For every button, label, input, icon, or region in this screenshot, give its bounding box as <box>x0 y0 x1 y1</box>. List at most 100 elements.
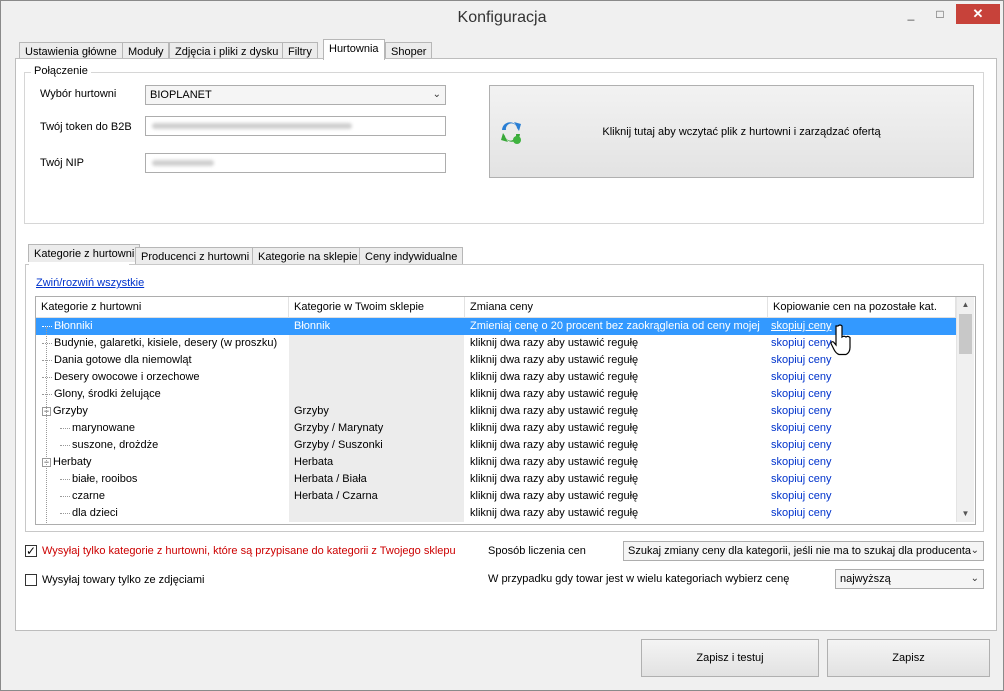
table-row[interactable]: − Grzyby Grzyby kliknij dwa razy aby ustawi… <box>36 403 956 420</box>
wholesaler-label: Wybór hurtowni <box>40 88 117 100</box>
close-button[interactable]: ✕ <box>956 4 1000 24</box>
tab-hurtownia[interactable]: Hurtownia <box>323 39 385 60</box>
copy-prices-link[interactable]: skopiuj ceny <box>768 318 956 335</box>
price-rule-cell[interactable]: kliknij dwa razy aby ustawić regułę <box>465 420 767 437</box>
table-row[interactable]: białe, rooibos Herbata / Biała kliknij dwa… <box>36 471 956 488</box>
copy-prices-link[interactable]: skopiuj ceny <box>768 420 956 437</box>
subtab-kategorie-hurtowni[interactable]: Kategorie z hurtowni <box>28 244 141 262</box>
table-row[interactable]: Dania gotowe dla niemowląt kliknij dwa ra… <box>36 352 956 369</box>
shop-category-cell[interactable]: Grzyby <box>289 403 464 420</box>
table-row[interactable]: Desery owocowe i orzechowe kliknij dwa ra… <box>36 369 956 386</box>
shop-category-cell[interactable] <box>289 505 464 522</box>
shop-category-cell[interactable] <box>289 369 464 386</box>
table-row[interactable]: Budynie, galaretki, kisiele, desery (w p… <box>36 335 956 352</box>
wholesaler-category-cell[interactable]: Błonniki <box>36 318 288 335</box>
subtab-ceny-indywidualne[interactable]: Ceny indywidualne <box>359 247 464 265</box>
price-rule-cell[interactable]: kliknij dwa razy aby ustawić regułę <box>465 335 767 352</box>
price-method-select[interactable]: Szukaj zmiany ceny dla kategorii, jeśli … <box>623 541 984 561</box>
price-rule-cell[interactable]: kliknij dwa razy aby ustawić regułę <box>465 488 767 505</box>
price-rule-cell[interactable]: kliknij dwa razy aby ustawić regułę <box>465 437 767 454</box>
table-row[interactable]: Glony, środki żelujące kliknij dwa razy a… <box>36 386 956 403</box>
copy-prices-link[interactable]: skopiuj ceny <box>768 403 956 420</box>
subtab-kategorie-sklep[interactable]: Kategorie na sklepie <box>252 247 364 265</box>
copy-prices-link[interactable]: skopiuj ceny <box>768 437 956 454</box>
shop-category-cell[interactable] <box>289 352 464 369</box>
price-rule-cell[interactable]: kliknij dwa razy aby ustawić regułę <box>465 454 767 471</box>
wholesaler-category-cell[interactable]: Budynie, galaretki, kisiele, desery (w p… <box>36 335 288 352</box>
wholesaler-category-cell[interactable]: Dania gotowe dla niemowląt <box>36 352 288 369</box>
scroll-thumb[interactable] <box>959 314 972 354</box>
copy-prices-link[interactable]: skopiuj ceny <box>768 369 956 386</box>
shop-category-cell[interactable]: Herbata <box>289 454 464 471</box>
shop-category-cell[interactable]: Herbata / Czarna <box>289 488 464 505</box>
subtab-producenci[interactable]: Producenci z hurtowni <box>135 247 256 265</box>
wholesaler-category-cell[interactable]: czarne <box>36 488 288 505</box>
token-input[interactable] <box>145 116 446 136</box>
copy-prices-link[interactable]: skopiuj ceny <box>768 454 956 471</box>
table-row[interactable]: dla dzieci kliknij dwa razy aby ustawić r… <box>36 505 956 522</box>
wholesaler-category-cell[interactable]: Desery owocowe i orzechowe <box>36 369 288 386</box>
collapse-expand-all-link[interactable]: Zwiń/rozwiń wszystkie <box>36 277 144 289</box>
header-wholesaler-categories[interactable]: Kategorie z hurtowni <box>36 297 289 317</box>
wholesaler-category-cell[interactable]: Glony, środki żelujące <box>36 386 288 403</box>
wholesaler-category-cell[interactable]: − Grzyby <box>36 403 288 420</box>
load-wholesaler-file-button[interactable]: Kliknij tutaj aby wczytać plik z hurtown… <box>489 85 974 178</box>
shop-category-cell[interactable]: Grzyby / Marynaty <box>289 420 464 437</box>
wholesaler-category-cell[interactable]: białe, rooibos <box>36 471 288 488</box>
copy-prices-link[interactable]: skopiuj ceny <box>768 386 956 403</box>
tree-connector <box>60 444 70 446</box>
shop-category-cell[interactable] <box>289 335 464 352</box>
multi-category-select[interactable]: najwyższą ⌄ <box>835 569 984 589</box>
scroll-down-icon[interactable]: ▼ <box>957 506 974 522</box>
category-name: Desery owocowe i orzechowe <box>54 371 200 383</box>
chevron-down-icon: ⌄ <box>970 573 979 584</box>
price-rule-cell[interactable]: kliknij dwa razy aby ustawić regułę <box>465 386 767 403</box>
wholesaler-category-cell[interactable]: suszone, drożdże <box>36 437 288 454</box>
title-bar[interactable]: Konfiguracja _ □ ✕ <box>1 1 1003 35</box>
price-rule-cell[interactable]: kliknij dwa razy aby ustawić regułę <box>465 403 767 420</box>
nip-input[interactable] <box>145 153 446 173</box>
header-price-change[interactable]: Zmiana ceny <box>465 297 768 317</box>
header-copy-prices[interactable]: Kopiowanie cen na pozostałe kat. <box>768 297 956 317</box>
price-rule-cell[interactable]: kliknij dwa razy aby ustawić regułę <box>465 369 767 386</box>
save-button[interactable]: Zapisz <box>827 639 990 677</box>
price-rule-cell[interactable]: kliknij dwa razy aby ustawić regułę <box>465 505 767 522</box>
wholesaler-category-cell[interactable]: − Herbaty <box>36 454 288 471</box>
save-and-test-button[interactable]: Zapisz i testuj <box>641 639 819 677</box>
minimize-button[interactable]: _ <box>897 4 925 24</box>
price-rule-cell[interactable]: kliknij dwa razy aby ustawić regułę <box>465 471 767 488</box>
table-row[interactable]: Błonniki Błonnik Zmieniaj cenę o 20 procen… <box>36 318 956 335</box>
table-row[interactable]: marynowane Grzyby / Marynaty kliknij dwa r… <box>36 420 956 437</box>
copy-prices-link[interactable]: skopiuj ceny <box>768 335 956 352</box>
copy-prices-link[interactable]: skopiuj ceny <box>768 471 956 488</box>
redacted-token <box>152 123 352 129</box>
send-only-mapped-checkbox[interactable]: ✓ <box>25 545 37 557</box>
table-row[interactable]: suszone, drożdże Grzyby / Suszonki kliknij… <box>36 437 956 454</box>
tree-connector <box>60 478 70 480</box>
maximize-button[interactable]: □ <box>927 4 953 24</box>
table-row[interactable]: − Herbaty Herbata kliknij dwa razy aby usta… <box>36 454 956 471</box>
table-row[interactable]: czarne Herbata / Czarna kliknij dwa razy a… <box>36 488 956 505</box>
send-only-mapped-label[interactable]: Wysyłaj tylko kategorie z hurtowni, któr… <box>42 545 456 557</box>
shop-category-cell[interactable]: Grzyby / Suszonki <box>289 437 464 454</box>
wholesaler-category-cell[interactable]: marynowane <box>36 420 288 437</box>
wholesaler-select[interactable]: BIOPLANET ⌄ <box>145 85 446 105</box>
send-with-photos-checkbox[interactable] <box>25 574 37 586</box>
wholesaler-category-cell[interactable]: dla dzieci <box>36 505 288 522</box>
category-name: Błonniki <box>54 320 93 332</box>
tree-connector <box>42 393 52 395</box>
shop-category-cell[interactable]: Błonnik <box>289 318 464 335</box>
nip-label: Twój NIP <box>40 157 85 169</box>
copy-prices-link[interactable]: skopiuj ceny <box>768 352 956 369</box>
shop-category-cell[interactable]: Herbata / Biała <box>289 471 464 488</box>
price-rule-cell[interactable]: Zmieniaj cenę o 20 procent bez zaokrągle… <box>465 318 767 335</box>
send-with-photos-label[interactable]: Wysyłaj towary tylko ze zdjęciami <box>42 574 205 586</box>
price-rule-cell[interactable]: kliknij dwa razy aby ustawić regułę <box>465 352 767 369</box>
scroll-up-icon[interactable]: ▲ <box>957 297 974 313</box>
tree-connector <box>42 376 52 378</box>
copy-prices-link[interactable]: skopiuj ceny <box>768 505 956 522</box>
grid-scrollbar[interactable]: ▲ ▼ <box>956 297 974 522</box>
shop-category-cell[interactable] <box>289 386 464 403</box>
copy-prices-link[interactable]: skopiuj ceny <box>768 488 956 505</box>
header-shop-categories[interactable]: Kategorie w Twoim sklepie <box>289 297 465 317</box>
